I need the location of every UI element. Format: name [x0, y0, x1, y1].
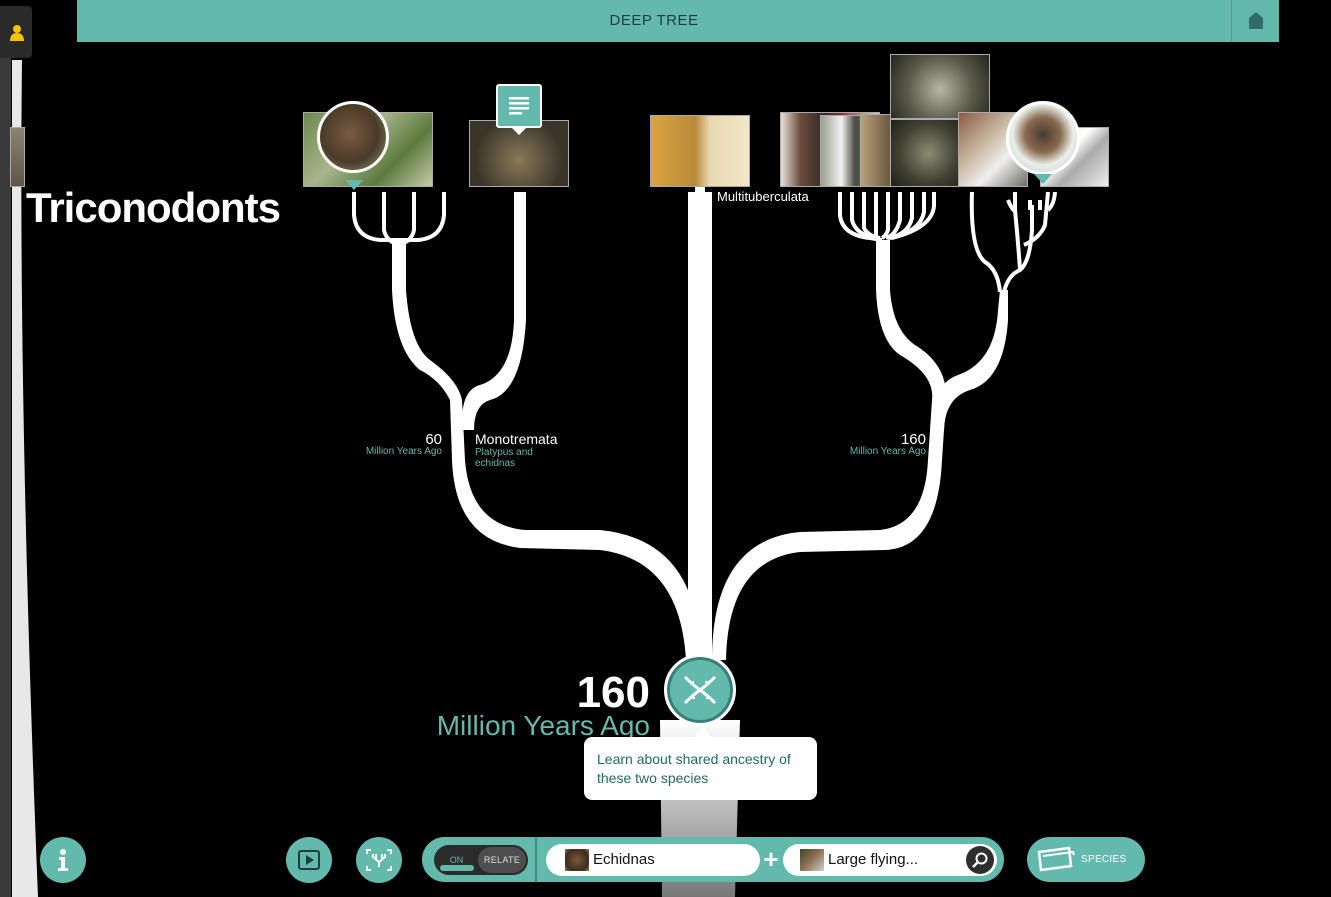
species-b-field[interactable]: Large flying...: [783, 844, 997, 876]
flying-fox-pointer-icon: [1034, 174, 1052, 184]
node-left-unit: Million Years Ago: [365, 446, 442, 457]
node-right-unit: Million Years Ago: [849, 446, 926, 457]
fit-view-button[interactable]: [356, 837, 402, 883]
dna-icon: [683, 675, 717, 705]
plus-sign: +: [763, 844, 779, 874]
multituberculata-thumbnail[interactable]: [650, 115, 750, 187]
shared-ancestry-tooltip: Learn about shared ancestry of these two…: [584, 737, 817, 800]
info-icon: [58, 849, 68, 871]
species-button[interactable]: SPECIES: [1027, 837, 1145, 882]
echidna-mini-icon: [565, 849, 589, 871]
species-search-button[interactable]: [966, 846, 994, 874]
possum-thumbnail[interactable]: [890, 54, 990, 119]
text-lines-icon: [509, 97, 529, 115]
info-button[interactable]: [40, 837, 86, 883]
right-fans: [838, 191, 1057, 293]
info-pointer-icon: [510, 126, 528, 135]
toggle-on-label: ON: [449, 855, 464, 865]
toggle-relate-label: RELATE: [478, 847, 526, 873]
flying-fox-mini-icon: [800, 849, 824, 871]
species-a-label: Echidnas: [593, 851, 655, 868]
toolbar-divider: [535, 837, 537, 882]
play-video-icon: [298, 850, 320, 870]
clade-label-multituberculata[interactable]: Multituberculata: [717, 189, 809, 204]
species-cards-icon: [1037, 846, 1075, 872]
video-button[interactable]: [286, 837, 332, 883]
clade-label-triconodonts[interactable]: Triconodonts: [26, 184, 281, 232]
info-card-button[interactable]: [496, 84, 542, 128]
tooltip-text: Learn about shared ancestry of these two…: [597, 751, 791, 786]
search-icon: [972, 852, 988, 868]
shared-ancestry-button[interactable]: [664, 654, 736, 726]
species-button-label: SPECIES: [1081, 854, 1127, 865]
possum-thumbnail-2[interactable]: [890, 119, 960, 187]
clade-label-monotremata[interactable]: Monotremata: [475, 431, 557, 447]
echidna-pointer-icon: [345, 180, 363, 190]
fit-tree-icon: [366, 849, 392, 871]
relate-toggle[interactable]: ON RELATE: [434, 845, 528, 875]
echidna-fan: [352, 192, 446, 246]
species-b-label: Large flying...: [828, 851, 919, 868]
clade-desc-monotremata: Platypus and echidnas: [475, 447, 533, 469]
placental-branch: [931, 290, 1008, 430]
flying-fox-avatar[interactable]: [1006, 101, 1080, 175]
triconodont-thumbnail[interactable]: [10, 127, 25, 187]
echidna-avatar[interactable]: [317, 101, 389, 173]
platypus-branch: [461, 192, 526, 430]
species-a-field[interactable]: Echidnas: [546, 844, 760, 876]
